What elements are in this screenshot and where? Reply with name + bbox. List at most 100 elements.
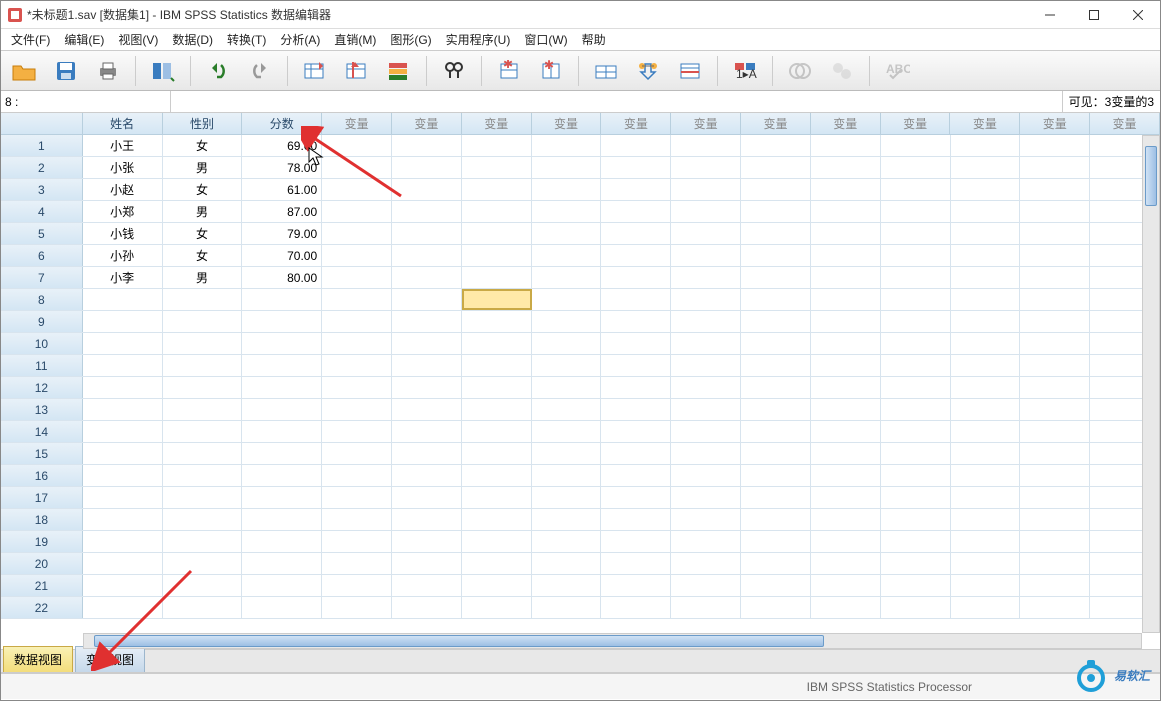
data-cell[interactable] (1020, 355, 1090, 376)
data-cell[interactable] (462, 311, 532, 332)
data-cell[interactable] (811, 597, 881, 618)
data-cell[interactable] (532, 135, 602, 156)
data-cell[interactable] (532, 399, 602, 420)
data-cell[interactable] (392, 333, 462, 354)
data-cell[interactable] (951, 465, 1021, 486)
use-sets-button[interactable] (783, 54, 817, 88)
data-cell[interactable] (462, 399, 532, 420)
data-cell[interactable] (1020, 179, 1090, 200)
menu-item-5[interactable]: 分析(A) (274, 29, 326, 50)
data-cell[interactable] (532, 377, 602, 398)
data-cell[interactable] (532, 245, 602, 266)
row-number[interactable]: 14 (1, 421, 83, 442)
column-header-性别[interactable]: 性别 (163, 113, 243, 134)
data-cell[interactable] (532, 421, 602, 442)
data-cell[interactable] (83, 465, 163, 486)
data-cell[interactable] (951, 289, 1021, 310)
data-cell[interactable] (671, 377, 741, 398)
data-cell[interactable] (322, 223, 392, 244)
data-cell[interactable] (532, 553, 602, 574)
data-cell[interactable] (811, 553, 881, 574)
data-cell[interactable]: 80.00 (242, 267, 322, 288)
data-cell[interactable] (811, 421, 881, 442)
horizontal-scrollbar[interactable] (83, 633, 1142, 649)
data-cell[interactable] (242, 333, 322, 354)
row-number[interactable]: 6 (1, 245, 83, 266)
data-cell[interactable] (242, 399, 322, 420)
goto-variable-button[interactable] (340, 54, 374, 88)
data-cell[interactable] (1020, 553, 1090, 574)
data-cell[interactable] (741, 421, 811, 442)
data-cell[interactable] (392, 531, 462, 552)
data-cell[interactable] (811, 201, 881, 222)
data-cell[interactable] (392, 399, 462, 420)
row-number[interactable]: 13 (1, 399, 83, 420)
data-cell[interactable] (392, 289, 462, 310)
data-cell[interactable] (951, 267, 1021, 288)
data-cell[interactable] (1020, 597, 1090, 618)
data-cell[interactable] (741, 509, 811, 530)
menu-item-2[interactable]: 视图(V) (112, 29, 164, 50)
data-cell[interactable] (601, 135, 671, 156)
undo-button[interactable] (201, 54, 235, 88)
data-cell[interactable] (951, 333, 1021, 354)
data-cell[interactable] (242, 553, 322, 574)
data-cell[interactable] (671, 179, 741, 200)
data-cell[interactable] (811, 355, 881, 376)
data-cell[interactable] (601, 553, 671, 574)
data-cell[interactable]: 男 (163, 157, 243, 178)
data-cell[interactable] (462, 465, 532, 486)
data-cell[interactable] (322, 135, 392, 156)
data-cell[interactable] (322, 531, 392, 552)
data-cell[interactable] (811, 223, 881, 244)
weight-cases-button[interactable] (631, 54, 665, 88)
data-cell[interactable] (462, 289, 532, 310)
data-cell[interactable] (242, 421, 322, 442)
data-cell[interactable]: 女 (163, 245, 243, 266)
data-cell[interactable] (601, 267, 671, 288)
data-cell[interactable] (1020, 531, 1090, 552)
data-cell[interactable] (601, 289, 671, 310)
data-cell[interactable] (601, 531, 671, 552)
data-cell[interactable] (392, 553, 462, 574)
row-number[interactable]: 20 (1, 553, 83, 574)
data-cell[interactable] (671, 267, 741, 288)
data-cell[interactable] (951, 575, 1021, 596)
data-cell[interactable] (532, 223, 602, 244)
maximize-button[interactable] (1072, 2, 1116, 28)
data-cell[interactable]: 小钱 (83, 223, 163, 244)
column-header-empty[interactable]: 变量 (741, 113, 811, 134)
menu-item-8[interactable]: 实用程序(U) (440, 29, 517, 50)
data-cell[interactable] (601, 377, 671, 398)
value-labels-button[interactable]: 1▸A (728, 54, 762, 88)
show-all-variables-button[interactable] (825, 54, 859, 88)
data-cell[interactable] (1020, 201, 1090, 222)
data-cell[interactable] (601, 575, 671, 596)
data-cell[interactable] (392, 487, 462, 508)
data-cell[interactable] (881, 245, 951, 266)
data-cell[interactable] (1020, 509, 1090, 530)
data-cell[interactable] (1020, 487, 1090, 508)
data-cell[interactable] (392, 509, 462, 530)
data-cell[interactable] (462, 377, 532, 398)
data-cell[interactable] (322, 289, 392, 310)
data-cell[interactable]: 小张 (83, 157, 163, 178)
save-button[interactable] (49, 54, 83, 88)
data-cell[interactable] (392, 575, 462, 596)
data-cell[interactable] (671, 333, 741, 354)
row-number[interactable]: 11 (1, 355, 83, 376)
data-cell[interactable] (163, 443, 243, 464)
data-cell[interactable] (532, 289, 602, 310)
data-cell[interactable] (881, 597, 951, 618)
data-cell[interactable] (322, 267, 392, 288)
data-cell[interactable] (671, 553, 741, 574)
data-cell[interactable] (242, 289, 322, 310)
row-number[interactable]: 8 (1, 289, 83, 310)
data-cell[interactable] (881, 377, 951, 398)
open-button[interactable] (7, 54, 41, 88)
row-number[interactable]: 9 (1, 311, 83, 332)
data-cell[interactable]: 女 (163, 223, 243, 244)
column-header-empty[interactable]: 变量 (881, 113, 951, 134)
data-cell[interactable] (322, 443, 392, 464)
data-cell[interactable]: 61.00 (242, 179, 322, 200)
